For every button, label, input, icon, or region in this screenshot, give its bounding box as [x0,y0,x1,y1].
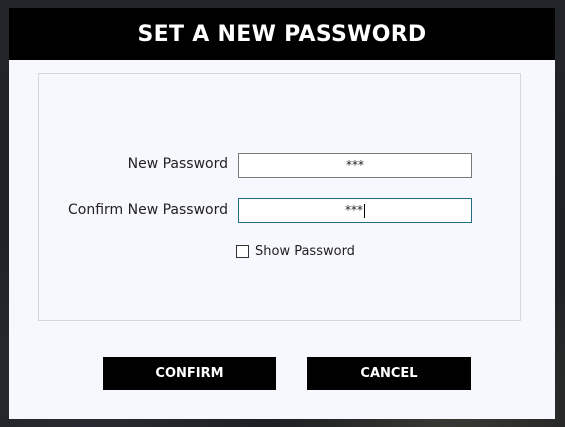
cancel-button[interactable]: CANCEL [307,357,471,390]
dialog-title: SET A NEW PASSWORD [137,21,427,47]
confirm-password-label: Confirm New Password [67,202,228,218]
password-form-panel: New Password *** Confirm New Password **… [38,73,521,321]
show-password-toggle[interactable]: Show Password [236,244,355,259]
text-caret [364,203,365,218]
new-password-value: *** [346,158,364,172]
confirm-password-field[interactable]: *** [238,198,472,223]
confirm-password-value: *** [345,203,363,217]
show-password-label: Show Password [255,244,355,259]
new-password-label: New Password [127,156,228,172]
new-password-field[interactable]: *** [238,153,472,178]
confirm-button[interactable]: CONFIRM [103,357,276,390]
set-password-dialog: SET A NEW PASSWORD New Password *** Conf… [9,8,555,419]
show-password-checkbox[interactable] [236,245,249,258]
dialog-titlebar: SET A NEW PASSWORD [9,8,555,60]
